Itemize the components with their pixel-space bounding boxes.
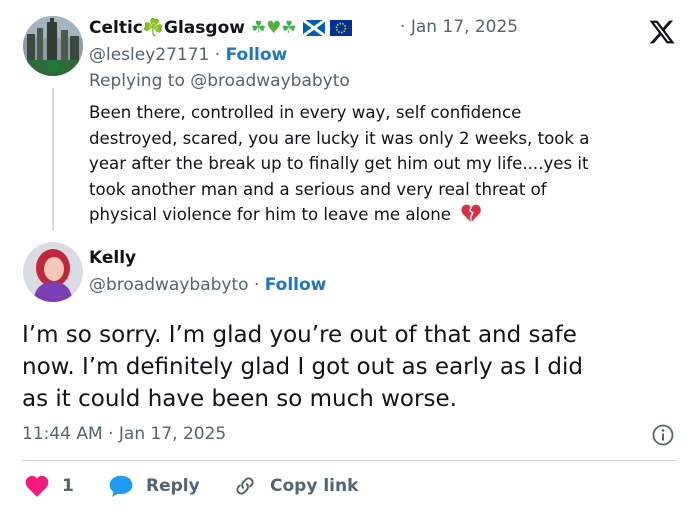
replying-to-handle[interactable]: @broadwaybabyto bbox=[190, 71, 350, 91]
main-avatar[interactable] bbox=[23, 242, 83, 302]
x-logo-icon[interactable] bbox=[648, 18, 676, 46]
shamrock-emoji: ☘ bbox=[250, 18, 267, 38]
divider bbox=[22, 460, 678, 461]
parent-handle-row: @lesley27171 · Follow bbox=[89, 45, 287, 65]
green-heart-emoji: ♥ bbox=[266, 18, 282, 38]
reply-label: Reply bbox=[146, 476, 200, 496]
name-emoji-flags: ☘♥☘ bbox=[251, 18, 353, 38]
main-display-name[interactable]: Kelly bbox=[89, 248, 136, 268]
thread-connector-line bbox=[52, 88, 54, 230]
parent-follow-button[interactable]: Follow bbox=[226, 45, 288, 65]
main-handle[interactable]: @broadwaybabyto bbox=[89, 275, 249, 295]
main-tweet-text: I’m so sorry. I’m glad you’re out of tha… bbox=[22, 322, 584, 412]
scotland-flag-icon bbox=[302, 20, 325, 36]
separator-dot: · bbox=[253, 275, 260, 295]
main-follow-button[interactable]: Follow bbox=[265, 275, 327, 295]
heart-icon bbox=[25, 475, 49, 497]
reply-button[interactable]: Reply bbox=[108, 474, 200, 498]
like-count: 1 bbox=[62, 476, 74, 496]
parent-date[interactable]: · Jan 17, 2025 bbox=[400, 17, 518, 37]
shamrock-emoji: ☘ bbox=[281, 18, 297, 38]
info-icon[interactable] bbox=[651, 423, 675, 447]
main-timestamp[interactable]: 11:44 AM · Jan 17, 2025 bbox=[22, 424, 226, 444]
like-button[interactable]: 1 bbox=[24, 474, 74, 498]
replying-to-line: Replying to @broadwaybabyto bbox=[89, 71, 350, 91]
eu-flag-icon bbox=[330, 20, 353, 36]
main-handle-row: @broadwaybabyto · Follow bbox=[89, 275, 326, 295]
parent-handle[interactable]: @lesley27171 bbox=[89, 45, 209, 65]
copy-link-label: Copy link bbox=[270, 476, 359, 496]
parent-display-name[interactable]: Celtic☘️Glasgow ☘♥☘ bbox=[89, 18, 353, 38]
parent-tweet-text: Been there, controlled in every way, sel… bbox=[89, 103, 590, 225]
parent-avatar[interactable] bbox=[23, 16, 83, 76]
copy-link-button[interactable]: Copy link bbox=[232, 474, 358, 498]
broken-heart-emoji bbox=[461, 205, 482, 223]
link-icon bbox=[236, 477, 254, 495]
separator-dot: · bbox=[214, 45, 221, 65]
reply-bubble-icon bbox=[109, 475, 133, 497]
